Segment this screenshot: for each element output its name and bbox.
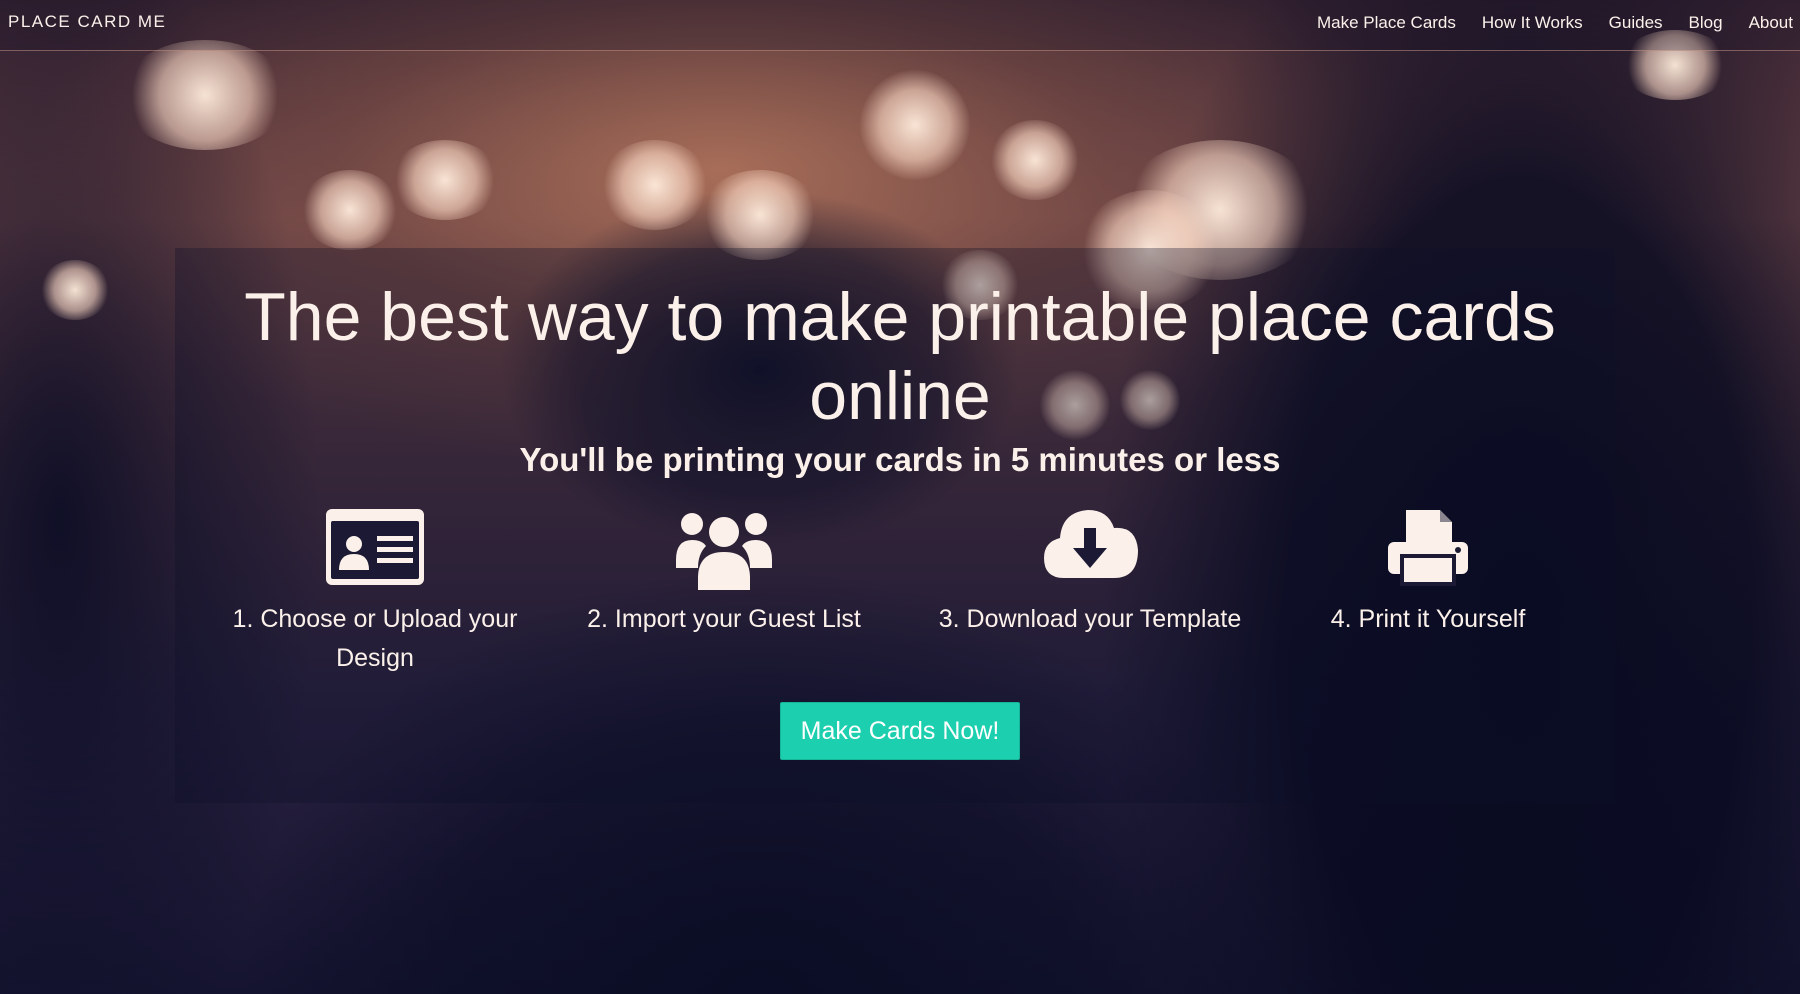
step-import-guest-list: 2. Import your Guest List bbox=[569, 508, 879, 639]
bokeh-light bbox=[600, 140, 710, 230]
step-choose-design: 1. Choose or Upload your Design bbox=[220, 508, 530, 678]
hero-title: The best way to make printable place car… bbox=[244, 279, 1556, 434]
users-icon bbox=[569, 508, 879, 592]
nav-item-how-it-works: How It Works bbox=[1482, 13, 1583, 33]
top-navbar: PLACE CARD ME Make Place Cards How It Wo… bbox=[0, 0, 1800, 51]
bokeh-light bbox=[40, 260, 110, 320]
cloud-download-icon bbox=[920, 508, 1260, 592]
step-label: 2. Import your Guest List bbox=[587, 605, 861, 633]
nav-item-guides: Guides bbox=[1609, 13, 1663, 33]
bokeh-light bbox=[990, 120, 1080, 200]
nav-item-blog: Blog bbox=[1689, 13, 1723, 33]
step-label: 1. Choose or Upload your Design bbox=[232, 605, 518, 672]
step-label: 3. Download your Template bbox=[938, 605, 1242, 633]
bokeh-light bbox=[300, 170, 400, 250]
nav-link-about[interactable]: About bbox=[1749, 13, 1793, 32]
step-print-it-yourself: 4. Print it Yourself bbox=[1273, 508, 1583, 639]
brand-logo-link[interactable]: PLACE CARD ME bbox=[8, 12, 166, 32]
step-label: 4. Print it Yourself bbox=[1330, 605, 1526, 633]
nav-link-blog[interactable]: Blog bbox=[1689, 13, 1723, 32]
step-download-template: 3. Download your Template bbox=[920, 508, 1260, 639]
bokeh-light bbox=[120, 40, 290, 150]
bokeh-light bbox=[860, 70, 970, 180]
printer-icon bbox=[1273, 508, 1583, 592]
bokeh-light bbox=[700, 170, 820, 260]
nav-item-make-place-cards: Make Place Cards bbox=[1317, 13, 1456, 33]
nav-link-how-it-works[interactable]: How It Works bbox=[1482, 13, 1583, 32]
nav-link-make-place-cards[interactable]: Make Place Cards bbox=[1317, 13, 1456, 32]
steps-row: 1. Choose or Upload your Design 2. Impor… bbox=[220, 508, 1570, 678]
hero-subtitle: You'll be printing your cards in 5 minut… bbox=[519, 441, 1281, 478]
make-cards-now-button[interactable]: Make Cards Now! bbox=[780, 702, 1020, 760]
id-card-icon bbox=[220, 508, 530, 592]
bokeh-light bbox=[390, 140, 500, 220]
nav-links: Make Place Cards How It Works Guides Blo… bbox=[1317, 13, 1793, 33]
nav-item-about: About bbox=[1749, 13, 1793, 33]
nav-link-guides[interactable]: Guides bbox=[1609, 13, 1663, 32]
